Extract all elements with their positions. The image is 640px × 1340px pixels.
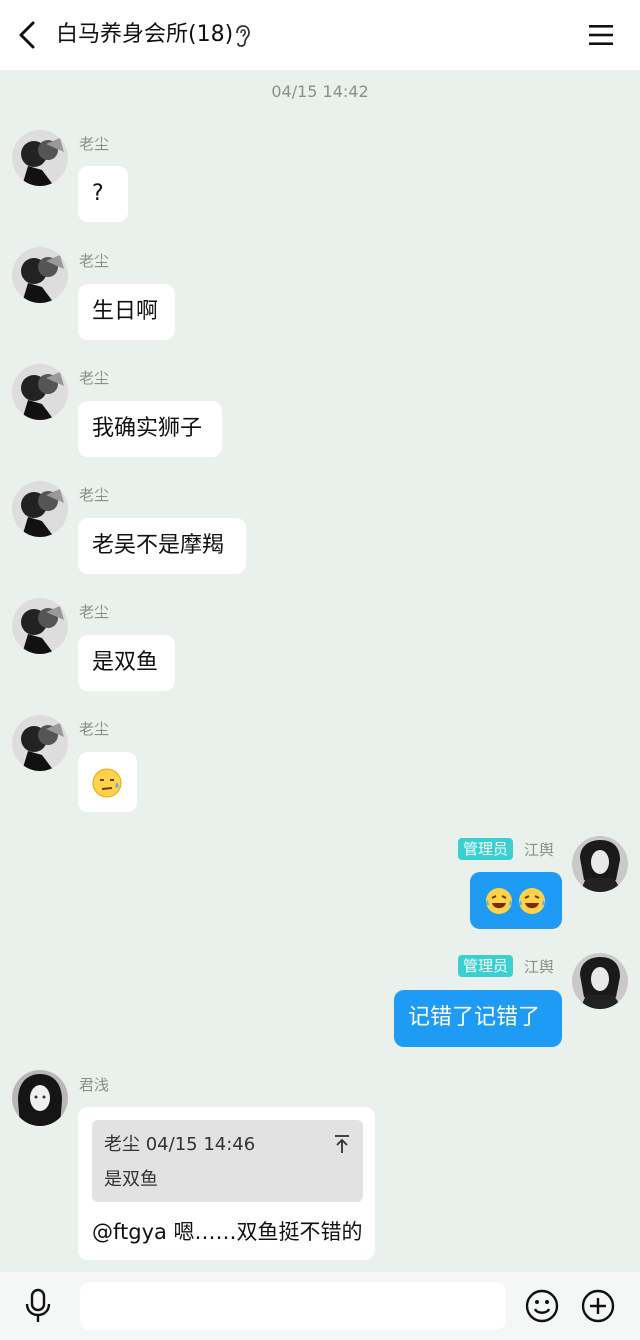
avatar[interactable] — [12, 715, 68, 771]
avatar-image — [12, 598, 68, 654]
laughing-tears-emoji-icon — [486, 888, 512, 914]
back-arrow-icon[interactable] — [14, 18, 44, 52]
message-bubble[interactable]: ? — [78, 166, 128, 222]
message-text: 生日啊 — [92, 299, 159, 324]
jump-to-top-icon[interactable] — [333, 1134, 351, 1154]
chat-title: 白马养身会所(18) — [56, 22, 234, 47]
avatar-image — [12, 1070, 68, 1126]
emoji-icon[interactable] — [525, 1289, 559, 1323]
message-bubble[interactable]: 老吴不是摩羯 — [78, 518, 246, 574]
message-bubble-mine[interactable]: 记错了记错了 — [394, 990, 562, 1047]
sender-name: 江舆 — [524, 958, 555, 976]
ear-icon[interactable] — [232, 24, 252, 48]
avatar-image — [12, 247, 68, 303]
admin-badge: 管理员 — [458, 838, 514, 860]
avatar-image — [572, 836, 628, 892]
avatar-image — [12, 715, 68, 771]
message-text: 我确实狮子 — [92, 416, 203, 441]
avatar-image — [12, 364, 68, 420]
avatar[interactable] — [12, 364, 68, 420]
sender-name: 老尘 — [79, 486, 110, 504]
input-bar — [0, 1272, 640, 1340]
menu-icon[interactable] — [588, 22, 614, 48]
avatar[interactable] — [12, 247, 68, 303]
quote-header: 老尘 04/15 14:46 — [104, 1134, 256, 1155]
laughing-tears-emoji-icon — [519, 888, 545, 914]
admin-badge: 管理员 — [458, 955, 514, 977]
sender-name: 老尘 — [79, 720, 110, 738]
message-text: 老吴不是摩羯 — [92, 533, 225, 558]
message-bubble[interactable] — [78, 752, 137, 812]
sender-name: 老尘 — [79, 603, 110, 621]
avatar[interactable] — [12, 130, 68, 186]
quoted-message[interactable]: 老尘 04/15 14:46 是双鱼 — [92, 1120, 363, 1202]
message-bubble[interactable]: 是双鱼 — [78, 635, 175, 691]
message-timestamp: 04/15 14:42 — [271, 82, 369, 101]
top-bar: 白马养身会所(18) — [0, 0, 640, 70]
avatar[interactable] — [12, 598, 68, 654]
avatar[interactable] — [572, 953, 628, 1009]
sender-name: 老尘 — [79, 135, 110, 153]
message-bubble-mine[interactable] — [470, 872, 562, 929]
microphone-icon[interactable] — [22, 1288, 54, 1324]
avatar-image — [12, 481, 68, 537]
plus-icon[interactable] — [581, 1289, 615, 1323]
avatar-image — [572, 953, 628, 1009]
message-bubble[interactable]: 生日啊 — [78, 284, 175, 340]
avatar-image — [12, 130, 68, 186]
sender-name: 老尘 — [79, 369, 110, 387]
sender-name: 江舆 — [524, 841, 555, 859]
message-input[interactable] — [80, 1282, 506, 1330]
message-text: ? — [92, 181, 104, 206]
sender-name: 老尘 — [79, 252, 110, 270]
message-text: 记错了记错了 — [408, 1005, 541, 1030]
message-text: @ftgya 嗯……双鱼挺不错的 — [92, 1220, 363, 1244]
avatar[interactable] — [12, 1070, 68, 1126]
avatar[interactable] — [12, 481, 68, 537]
message-text: 是双鱼 — [92, 650, 159, 675]
quote-text: 是双鱼 — [104, 1169, 158, 1190]
message-bubble[interactable]: 我确实狮子 — [78, 401, 222, 457]
sweat-face-emoji-icon — [92, 768, 122, 798]
sender-name: 君浅 — [79, 1076, 110, 1094]
avatar[interactable] — [572, 836, 628, 892]
